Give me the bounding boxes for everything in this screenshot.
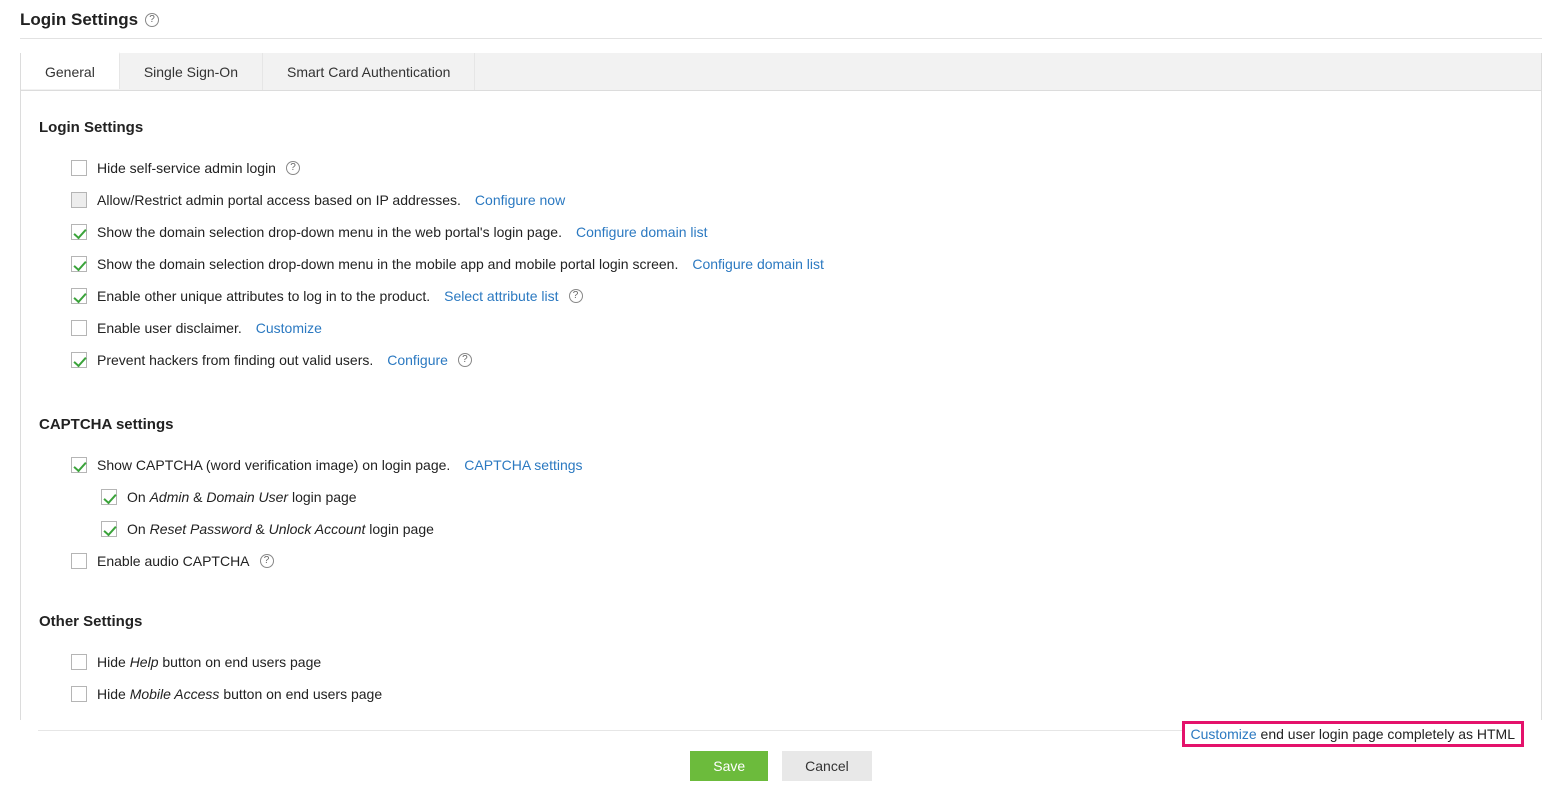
row-enable-audio: Enable audio CAPTCHA ? <box>71 545 1523 577</box>
text: Hide <box>97 654 130 670</box>
text: On <box>127 489 150 505</box>
page-title: Login Settings ? <box>20 10 1542 30</box>
checkbox-captcha-reset[interactable] <box>101 521 117 537</box>
label-show-domain-mobile: Show the domain selection drop-down menu… <box>97 256 678 272</box>
section-title-captcha: CAPTCHA settings <box>39 416 1523 433</box>
text-reset-password: Reset Password <box>150 521 252 537</box>
checkbox-show-captcha[interactable] <box>71 457 87 473</box>
panel-general: Login Settings Hide self-service admin l… <box>20 91 1542 720</box>
checkbox-hide-mobile[interactable] <box>71 686 87 702</box>
tab-sso[interactable]: Single Sign-On <box>120 53 263 90</box>
help-icon[interactable]: ? <box>145 13 159 27</box>
label-captcha-reset: On Reset Password & Unlock Account login… <box>127 521 434 537</box>
customize-html-box: Customize end user login page completely… <box>1182 721 1525 747</box>
text: button on end users page <box>219 686 382 702</box>
row-show-domain-web: Show the domain selection drop-down menu… <box>71 216 1523 248</box>
checkbox-allow-restrict-ip <box>71 192 87 208</box>
help-icon[interactable]: ? <box>569 289 583 303</box>
divider <box>20 38 1542 39</box>
label-enable-disclaimer: Enable user disclaimer. <box>97 320 242 336</box>
link-select-attribute-list[interactable]: Select attribute list <box>444 288 558 304</box>
checkbox-enable-disclaimer[interactable] <box>71 320 87 336</box>
checkbox-enable-audio[interactable] <box>71 553 87 569</box>
tab-general[interactable]: General <box>21 52 120 89</box>
checkbox-show-domain-web[interactable] <box>71 224 87 240</box>
text: & <box>252 521 269 537</box>
label-hide-mobile: Hide Mobile Access button on end users p… <box>97 686 382 702</box>
help-icon[interactable]: ? <box>260 554 274 568</box>
text: login page <box>288 489 357 505</box>
text-mobile-access: Mobile Access <box>130 686 220 702</box>
text: Hide <box>97 686 130 702</box>
text: login page <box>365 521 434 537</box>
link-configure-prevent[interactable]: Configure <box>387 352 448 368</box>
link-captcha-settings[interactable]: CAPTCHA settings <box>464 457 582 473</box>
label-allow-restrict-ip: Allow/Restrict admin portal access based… <box>97 192 461 208</box>
text: On <box>127 521 150 537</box>
row-hide-mobile: Hide Mobile Access button on end users p… <box>71 678 1523 710</box>
row-prevent-hackers: Prevent hackers from finding out valid u… <box>71 344 1523 376</box>
row-show-domain-mobile: Show the domain selection drop-down menu… <box>71 248 1523 280</box>
save-button[interactable]: Save <box>690 751 768 781</box>
row-allow-restrict-ip: Allow/Restrict admin portal access based… <box>71 184 1523 216</box>
label-hide-help: Hide Help button on end users page <box>97 654 321 670</box>
label-enable-unique-attr: Enable other unique attributes to log in… <box>97 288 430 304</box>
text-admin: Admin <box>150 489 190 505</box>
checkbox-enable-unique-attr[interactable] <box>71 288 87 304</box>
checkbox-hide-help[interactable] <box>71 654 87 670</box>
bottom-divider: Customize end user login page completely… <box>38 730 1524 731</box>
help-icon[interactable]: ? <box>286 161 300 175</box>
text-customize-html: end user login page completely as HTML <box>1257 726 1515 742</box>
link-configure-now[interactable]: Configure now <box>475 192 565 208</box>
tab-smartcard[interactable]: Smart Card Authentication <box>263 53 475 90</box>
checkbox-captcha-admin[interactable] <box>101 489 117 505</box>
label-captcha-admin: On Admin & Domain User login page <box>127 489 357 505</box>
link-customize-html[interactable]: Customize <box>1191 726 1257 742</box>
checkbox-hide-self-service[interactable] <box>71 160 87 176</box>
checkbox-show-domain-mobile[interactable] <box>71 256 87 272</box>
row-hide-help: Hide Help button on end users page <box>71 646 1523 678</box>
label-hide-self-service: Hide self-service admin login <box>97 160 276 176</box>
row-enable-disclaimer: Enable user disclaimer. Customize <box>71 312 1523 344</box>
label-enable-audio: Enable audio CAPTCHA <box>97 553 250 569</box>
link-configure-domain-list-mobile[interactable]: Configure domain list <box>692 256 824 272</box>
link-configure-domain-list-web[interactable]: Configure domain list <box>576 224 708 240</box>
link-customize-disclaimer[interactable]: Customize <box>256 320 322 336</box>
cancel-button[interactable]: Cancel <box>782 751 872 781</box>
checkbox-prevent-hackers[interactable] <box>71 352 87 368</box>
text: & <box>189 489 206 505</box>
row-captcha-reset: On Reset Password & Unlock Account login… <box>101 513 1523 545</box>
text-domain-user: Domain User <box>206 489 288 505</box>
tabs: General Single Sign-On Smart Card Authen… <box>20 53 1542 91</box>
label-show-captcha: Show CAPTCHA (word verification image) o… <box>97 457 450 473</box>
text-help: Help <box>130 654 159 670</box>
row-captcha-admin: On Admin & Domain User login page <box>101 481 1523 513</box>
label-show-domain-web: Show the domain selection drop-down menu… <box>97 224 562 240</box>
help-icon[interactable]: ? <box>458 353 472 367</box>
label-prevent-hackers: Prevent hackers from finding out valid u… <box>97 352 373 368</box>
row-show-captcha: Show CAPTCHA (word verification image) o… <box>71 449 1523 481</box>
row-enable-unique-attr: Enable other unique attributes to log in… <box>71 280 1523 312</box>
row-hide-self-service: Hide self-service admin login ? <box>71 152 1523 184</box>
section-title-login: Login Settings <box>39 119 1523 136</box>
text: button on end users page <box>158 654 321 670</box>
page-title-text: Login Settings <box>20 10 138 30</box>
text-unlock-account: Unlock Account <box>269 521 366 537</box>
section-title-other: Other Settings <box>39 613 1523 630</box>
